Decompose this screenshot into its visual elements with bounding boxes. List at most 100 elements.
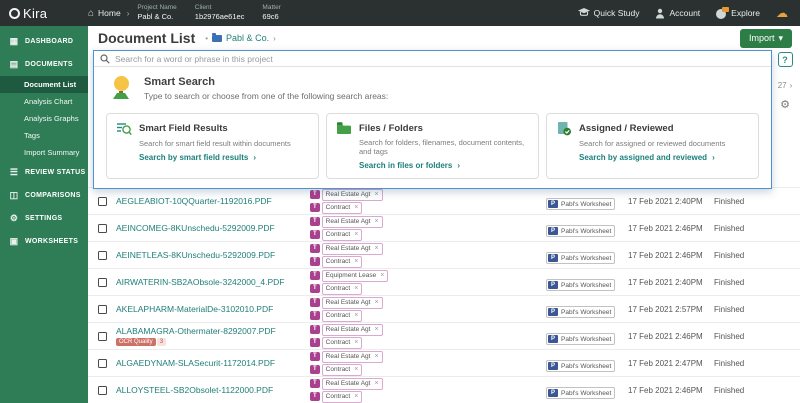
files-folders-card[interactable]: Files / Folders Search for folders, file… — [326, 113, 539, 179]
worksheet-badge[interactable]: P Pabl's Worksheet — [546, 198, 615, 210]
tag-badge[interactable]: T Contract× — [310, 202, 546, 214]
remove-tag-icon[interactable]: × — [374, 352, 378, 362]
remove-tag-icon[interactable]: × — [354, 392, 358, 402]
remove-tag-icon[interactable]: × — [354, 230, 358, 240]
sidebar-item-analysis-graphs[interactable]: Analysis Graphs — [0, 110, 88, 127]
tag-label: Real Estate Agt — [326, 217, 371, 227]
sidebar-item-import-summary[interactable]: Import Summary — [0, 144, 88, 161]
row-checkbox[interactable] — [98, 224, 107, 233]
worksheet-badge[interactable]: P Pabl's Worksheet — [546, 306, 615, 318]
remove-tag-icon[interactable]: × — [380, 271, 384, 281]
home-link[interactable]: ⌂ Home — [88, 8, 121, 19]
table-row[interactable]: AKELAPHARM-MaterialDe-3102010.PDF T Real… — [88, 295, 800, 322]
table-row[interactable]: AIRWATERIN-SB2AObsole-3242000_4.PDF T Eq… — [88, 268, 800, 295]
remove-tag-icon[interactable]: × — [354, 257, 358, 267]
tag-badge[interactable]: T Contract× — [310, 337, 546, 349]
tag-badge[interactable]: T Contract× — [310, 283, 546, 295]
tag-badge[interactable]: T Contract× — [310, 391, 546, 403]
remove-tag-icon[interactable]: × — [374, 325, 378, 335]
sidebar-item-analysis-chart[interactable]: Analysis Chart — [0, 93, 88, 110]
sidebar-item-settings[interactable]: ⚙ SETTINGS — [0, 207, 88, 230]
tag-badge[interactable]: T Contract× — [310, 364, 546, 376]
tag-icon: T — [310, 190, 320, 199]
worksheet-badge[interactable]: P Pabl's Worksheet — [546, 360, 615, 372]
project-field[interactable]: Project Name Pabl & Co. — [137, 4, 176, 22]
remove-tag-icon[interactable]: × — [354, 311, 358, 321]
remove-tag-icon[interactable]: × — [354, 338, 358, 348]
table-settings-gear-icon[interactable]: ⚙ — [780, 98, 790, 111]
document-link[interactable]: AKELAPHARM-MaterialDe-3102010.PDF — [116, 304, 310, 314]
tag-badge[interactable]: T Equipment Lease× — [310, 270, 546, 282]
help-button[interactable]: ? — [778, 52, 793, 67]
tag-badge[interactable]: T Real Estate Agt× — [310, 324, 546, 336]
document-link[interactable]: ALABAMAGRA-Othermater-8292007.PDF — [116, 326, 310, 336]
document-link[interactable]: AEINETLEAS-8KUnschedu-5292009.PDF — [116, 250, 310, 260]
smart-field-results-card[interactable]: Smart Field Results Search for smart fie… — [106, 113, 319, 179]
remove-tag-icon[interactable]: × — [354, 284, 358, 294]
sidebar-item-tags[interactable]: Tags — [0, 127, 88, 144]
kira-logo[interactable]: Kira — [0, 6, 88, 21]
tag-badge[interactable]: T Real Estate Agt× — [310, 189, 546, 201]
assigned-reviewed-card[interactable]: Assigned / Reviewed Search for assigned … — [546, 113, 759, 179]
next-page-icon[interactable]: › — [790, 81, 793, 90]
row-checkbox[interactable] — [98, 251, 107, 260]
remove-tag-icon[interactable]: × — [374, 298, 378, 308]
account-button[interactable]: Account — [655, 8, 700, 19]
row-checkbox[interactable] — [98, 305, 107, 314]
document-link[interactable]: ALLOYSTEEL-SB2Obsolet-1122000.PDF — [116, 385, 310, 395]
row-checkbox[interactable] — [98, 386, 107, 395]
tag-badge[interactable]: T Real Estate Agt× — [310, 378, 546, 390]
worksheet-badge[interactable]: P Pabl's Worksheet — [546, 279, 615, 291]
sidebar-item-review-status[interactable]: ☰ REVIEW STATUS — [0, 161, 88, 184]
remove-tag-icon[interactable]: × — [374, 190, 378, 200]
worksheet-badge[interactable]: P Pabl's Worksheet — [546, 333, 615, 345]
page-number[interactable]: 27 — [778, 81, 787, 90]
import-button[interactable]: Import ▾ — [740, 29, 792, 48]
tag-badge[interactable]: T Real Estate Agt× — [310, 216, 546, 228]
remove-tag-icon[interactable]: × — [354, 365, 358, 375]
document-link[interactable]: ALGAEDYNAM-SLASecurit-1172014.PDF — [116, 358, 310, 368]
row-checkbox[interactable] — [98, 332, 107, 341]
sidebar-item-documents[interactable]: ▤ DOCUMENTS — [0, 53, 88, 76]
table-row[interactable]: AEINCOMEG-8KUnschedu-5292009.PDF T Real … — [88, 214, 800, 241]
row-checkbox[interactable] — [98, 359, 107, 368]
table-row[interactable]: AEINETLEAS-8KUnschedu-5292009.PDF T Real… — [88, 241, 800, 268]
table-row[interactable]: AEGLEABIOT-10QQuarter-1192016.PDF T Real… — [88, 187, 800, 214]
remove-tag-icon[interactable]: × — [354, 203, 358, 213]
tag-badge[interactable]: T Real Estate Agt× — [310, 351, 546, 363]
table-row[interactable]: ALLOYSTEEL-SB2Obsolet-1122000.PDF T Real… — [88, 376, 800, 403]
remove-tag-icon[interactable]: × — [374, 217, 378, 227]
row-checkbox[interactable] — [98, 197, 107, 206]
remove-tag-icon[interactable]: × — [374, 244, 378, 254]
tag-badge[interactable]: T Contract× — [310, 310, 546, 322]
card-link-label: Search in files or folders — [359, 161, 452, 170]
search-input[interactable] — [115, 52, 765, 66]
document-link[interactable]: AIRWATERIN-SB2AObsole-3242000_4.PDF — [116, 277, 310, 287]
cloud-sync-icon[interactable]: ☁ — [776, 6, 788, 20]
row-checkbox[interactable] — [98, 278, 107, 287]
sidebar-item-worksheets[interactable]: ▣ WORKSHEETS — [0, 230, 88, 253]
sidebar-item-comparisons[interactable]: ◫ COMPARISONS — [0, 184, 88, 207]
worksheet-badge[interactable]: P Pabl's Worksheet — [546, 387, 615, 399]
worksheet-badge[interactable]: P Pabl's Worksheet — [546, 252, 615, 264]
breadcrumb[interactable]: • Pabl & Co. › — [205, 33, 276, 43]
pagination[interactable]: 27 › — [778, 81, 793, 90]
table-row[interactable]: ALGAEDYNAM-SLASecurit-1172014.PDF T Real… — [88, 349, 800, 376]
breadcrumb-project[interactable]: Pabl & Co. — [226, 33, 269, 43]
search-by-smart-field-link[interactable]: Search by smart field results› — [139, 153, 309, 162]
tag-badge[interactable]: T Contract× — [310, 229, 546, 241]
tag-badge[interactable]: T Contract× — [310, 256, 546, 268]
tag-badge[interactable]: T Real Estate Agt× — [310, 243, 546, 255]
tag-badge[interactable]: T Real Estate Agt× — [310, 297, 546, 309]
search-by-assigned-link[interactable]: Search by assigned and reviewed› — [579, 153, 749, 162]
document-link[interactable]: AEINCOMEG-8KUnschedu-5292009.PDF — [116, 223, 310, 233]
document-link[interactable]: AEGLEABIOT-10QQuarter-1192016.PDF — [116, 196, 310, 206]
explore-button[interactable]: Explore — [716, 8, 760, 19]
search-in-files-link[interactable]: Search in files or folders› — [359, 161, 529, 170]
sidebar-item-dashboard[interactable]: ▦ DASHBOARD — [0, 30, 88, 53]
quick-study-button[interactable]: Quick Study — [578, 8, 640, 18]
table-row[interactable]: ALABAMAGRA-Othermater-8292007.PDF OCR Qu… — [88, 322, 800, 349]
sidebar-item-document-list[interactable]: Document List — [0, 76, 88, 93]
worksheet-badge[interactable]: P Pabl's Worksheet — [546, 225, 615, 237]
remove-tag-icon[interactable]: × — [374, 379, 378, 389]
